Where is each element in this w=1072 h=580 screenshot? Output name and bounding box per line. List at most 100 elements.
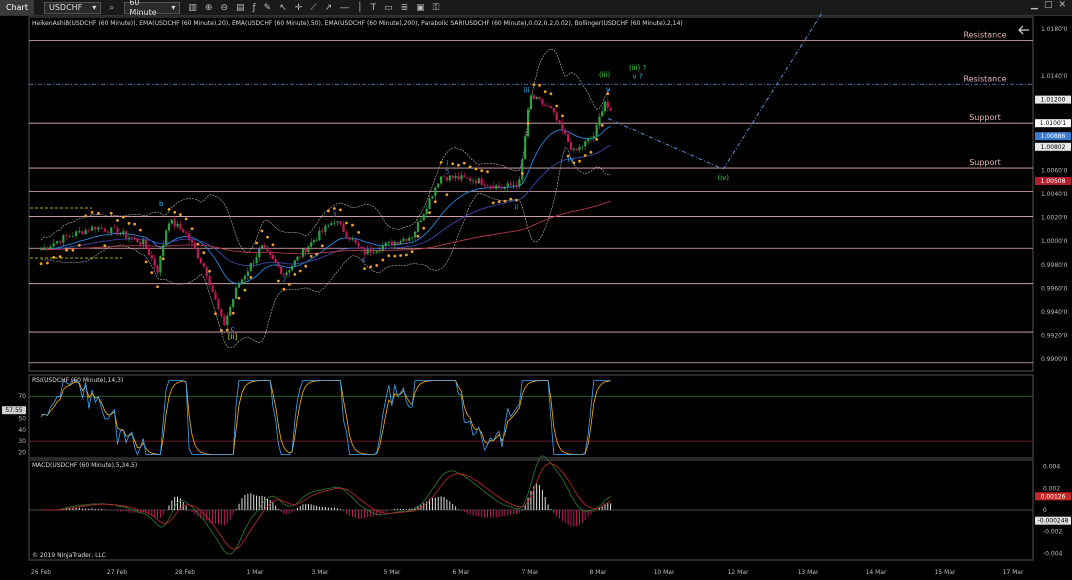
- macd-marker-label: 0.00126: [1041, 493, 1066, 500]
- candle-body: [260, 245, 264, 249]
- candle-body: [159, 255, 162, 273]
- candle-body: [375, 251, 378, 253]
- candle-body: [226, 315, 229, 325]
- sar-dot: [468, 165, 472, 169]
- x-tick-label: 10 Mar: [654, 569, 675, 576]
- sar-dot: [327, 209, 330, 213]
- candle-body: [199, 258, 202, 264]
- candle-body: [142, 239, 145, 245]
- sar-dot: [225, 328, 229, 332]
- candle-body: [280, 266, 283, 274]
- rsi-line: [40, 379, 611, 456]
- price-axis-label: 1.0140'0: [1041, 73, 1068, 80]
- sar-dot: [71, 248, 75, 252]
- candle-body: [84, 230, 87, 235]
- sar-dot: [416, 234, 420, 238]
- sar-dot: [578, 159, 581, 163]
- candle-body: [552, 108, 555, 113]
- candle-body: [301, 248, 305, 257]
- sar-dot: [266, 235, 269, 239]
- wave-label: (iii) ?: [629, 64, 647, 72]
- candle-body: [119, 233, 122, 235]
- x-tick-label: 17 Mar: [1003, 569, 1024, 576]
- wave-label: 4: [361, 256, 366, 264]
- candle-body: [100, 227, 103, 229]
- candle-body: [330, 223, 333, 226]
- candle-body: [49, 246, 52, 249]
- candle-body: [193, 242, 197, 250]
- candle-body: [561, 122, 564, 131]
- sar-dot: [243, 288, 247, 292]
- candle-body: [372, 252, 375, 254]
- candle-body: [419, 220, 422, 223]
- sar-dot: [208, 269, 212, 273]
- sar-dot: [150, 271, 154, 274]
- candle-body: [205, 266, 208, 276]
- sar-dot: [167, 208, 171, 211]
- candle-body: [609, 107, 612, 111]
- sar-dot: [351, 223, 354, 227]
- wave-label: c: [231, 325, 235, 333]
- candle-body: [575, 148, 578, 151]
- candle-body: [566, 133, 570, 142]
- candle-body: [581, 146, 584, 148]
- sar-dot: [103, 244, 107, 248]
- sar-dot: [422, 226, 426, 230]
- candle-body: [255, 257, 258, 263]
- sar-dot: [433, 200, 437, 204]
- sar-dot: [445, 193, 449, 197]
- sar-dot: [179, 213, 182, 217]
- sar-dot: [428, 211, 431, 215]
- sar-dot: [77, 243, 81, 247]
- sar-dot: [399, 254, 402, 257]
- sar-dot: [538, 83, 541, 87]
- candle-body: [521, 159, 524, 180]
- sar-dot: [84, 214, 88, 218]
- candle-body: [164, 230, 168, 245]
- candle-body: [249, 263, 252, 272]
- macd-axis-label: -0.004: [1043, 550, 1063, 557]
- wave-label: iii: [524, 87, 530, 95]
- candle-body: [97, 227, 100, 230]
- bollinger-lower: [40, 147, 611, 349]
- wave-label: v: [606, 85, 610, 93]
- price-axis-label: 0.9960'0: [1041, 285, 1068, 292]
- sar-dot: [583, 154, 587, 157]
- sar-dot: [127, 222, 131, 225]
- candle-body: [495, 185, 498, 189]
- candle-body: [402, 238, 405, 242]
- candle-body: [237, 283, 241, 288]
- chart-canvas[interactable]: Resistance Resistance Support Support b c[ii…: [0, 0, 1072, 580]
- candle-body: [351, 239, 354, 241]
- candle-body: [381, 245, 384, 251]
- candle-body: [288, 270, 291, 273]
- wave-label: 5: [445, 168, 449, 176]
- sar-dot: [237, 296, 241, 300]
- candle-body: [544, 104, 547, 106]
- candle-body: [463, 175, 466, 178]
- candle-body: [408, 237, 411, 241]
- x-tick-label: 6 Mar: [452, 569, 470, 576]
- wave-label: i: [446, 160, 448, 168]
- sar-dot: [220, 329, 223, 332]
- candle-body: [299, 256, 302, 258]
- candle-body: [535, 96, 538, 99]
- candle-body: [598, 116, 601, 126]
- price-marker-label: 1.00508: [1041, 178, 1066, 185]
- candle-body: [214, 292, 217, 300]
- sar-dot: [503, 199, 507, 203]
- candle-body: [592, 136, 595, 139]
- sar-dot: [543, 90, 547, 93]
- candle-body: [90, 226, 94, 231]
- candle-body: [503, 186, 506, 189]
- sar-dot: [486, 170, 489, 174]
- candle-body: [509, 183, 512, 186]
- back-arrow-icon[interactable]: [1018, 25, 1029, 35]
- candle-body: [549, 106, 553, 109]
- candle-body: [413, 231, 417, 238]
- sar-dot: [549, 92, 553, 96]
- candle-body: [518, 179, 521, 186]
- sar-dot: [375, 264, 379, 267]
- candle-body: [578, 147, 581, 151]
- candle-body: [103, 228, 106, 232]
